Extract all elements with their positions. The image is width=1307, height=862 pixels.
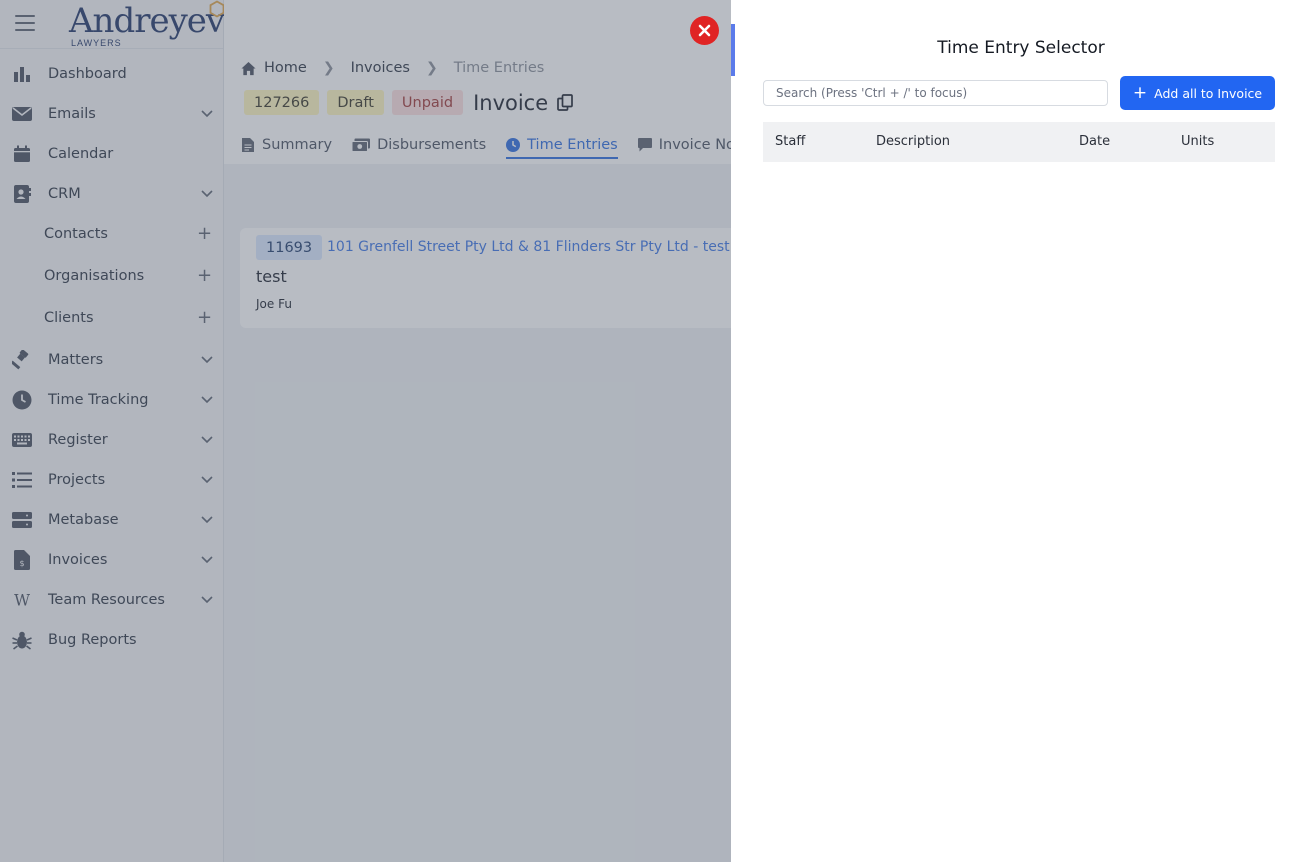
close-drawer-button[interactable] (690, 16, 719, 45)
drawer-title: Time Entry Selector (937, 38, 1105, 58)
search-input[interactable] (763, 80, 1108, 106)
close-icon (698, 24, 711, 37)
column-header-description[interactable]: Description (876, 134, 950, 149)
column-header-date[interactable]: Date (1079, 134, 1110, 149)
plus-icon: + (1132, 83, 1148, 103)
drawer-edge-accent (731, 24, 735, 76)
add-all-label: Add all to Invoice (1154, 85, 1263, 101)
column-header-staff[interactable]: Staff (775, 134, 805, 149)
add-all-to-invoice-button[interactable]: + Add all to Invoice (1120, 76, 1275, 110)
column-header-units[interactable]: Units (1181, 134, 1214, 149)
time-entry-selector-drawer: Time Entry Selector + Add all to Invoice… (731, 0, 1307, 862)
modal-backdrop[interactable] (0, 0, 731, 862)
table-header: Staff Description Date Units (763, 122, 1275, 162)
